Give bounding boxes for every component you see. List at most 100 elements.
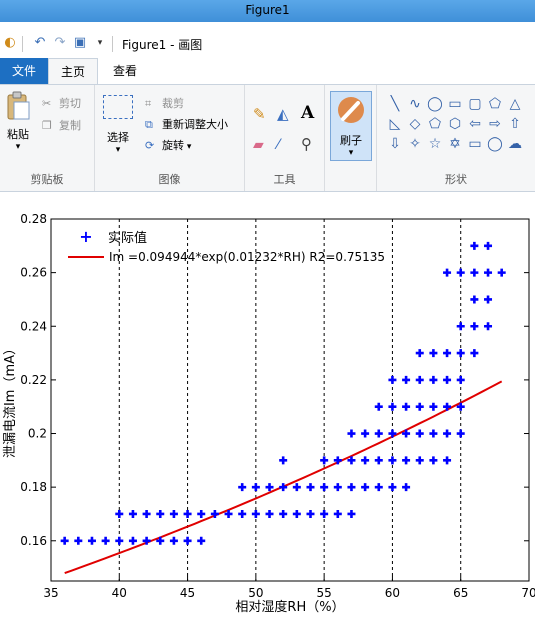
- triangle-shape-icon[interactable]: △: [506, 95, 524, 113]
- pentagon-shape-icon[interactable]: ⬠: [426, 115, 444, 133]
- y-tick-label: 0.22: [20, 373, 47, 387]
- select-label: 选择: [107, 131, 129, 144]
- right-triangle-shape-icon[interactable]: ◺: [386, 115, 404, 133]
- y-tick-label: 0.28: [20, 212, 47, 226]
- tab-view[interactable]: 查看: [100, 58, 150, 84]
- document-title: Figure1 - 画图: [122, 38, 203, 52]
- data-point: [415, 375, 424, 384]
- magnifier-icon[interactable]: ⚲: [301, 135, 312, 153]
- data-point: [388, 483, 397, 492]
- quick-access-toolbar: ◐ ↶ ↷ ▣ ▾ Figure1 - 画图: [0, 30, 535, 58]
- data-point: [470, 241, 479, 250]
- arrow-right-shape-icon[interactable]: ⇨: [486, 115, 504, 133]
- text-tool-icon[interactable]: A: [301, 103, 314, 123]
- qat-separator: [112, 36, 113, 52]
- paste-button[interactable]: 粘贴 ▾: [2, 91, 34, 152]
- data-point: [74, 536, 83, 545]
- eraser-icon[interactable]: ▰: [253, 137, 264, 153]
- data-point: [456, 429, 465, 438]
- data-point: [374, 402, 383, 411]
- data-point: [265, 483, 274, 492]
- data-point: [415, 429, 424, 438]
- data-point: [402, 375, 411, 384]
- pencil-icon[interactable]: ✎: [253, 105, 266, 123]
- paint-canvas[interactable]: 35 40 45 50 55 60 65 70 0.16 0.18 0.2 0.22 0.24 0.26 0…: [0, 193, 535, 615]
- data-point: [429, 456, 438, 465]
- diamond-shape-icon[interactable]: ◇: [406, 115, 424, 133]
- data-point: [251, 509, 260, 518]
- rounded-rectangle-shape-icon[interactable]: ▢: [466, 95, 484, 113]
- shapes-gallery: ╲ ∿ ◯ ▭ ▢ ⬠ △ ◺ ◇ ⬠ ⬡ ⇦ ⇨ ⇧ ⇩ ✧ ☆ ✡ ▭ ◯ …: [386, 95, 531, 159]
- copy-button[interactable]: ❐ 复制: [42, 117, 81, 133]
- x-tick-label: 45: [180, 586, 195, 600]
- data-point: [251, 483, 260, 492]
- arrow-up-shape-icon[interactable]: ⇧: [506, 115, 524, 133]
- arrow-left-shape-icon[interactable]: ⇦: [466, 115, 484, 133]
- shapes-group-label: 形状: [445, 173, 467, 186]
- data-point: [388, 402, 397, 411]
- qat-dropdown-icon[interactable]: ▾: [92, 35, 108, 51]
- color-picker-icon[interactable]: ⁄: [277, 137, 279, 153]
- data-point: [347, 509, 356, 518]
- line-shape-icon[interactable]: ╲: [386, 95, 404, 113]
- data-point: [497, 268, 506, 277]
- fit-curve: [64, 380, 503, 575]
- polygon-shape-icon[interactable]: ⬠: [486, 95, 504, 113]
- data-point: [101, 536, 110, 545]
- y-axis-label: 泄漏电流Im（mA）: [2, 342, 18, 458]
- qat-separator: [22, 36, 23, 52]
- data-point: [60, 536, 69, 545]
- arrow-down-shape-icon[interactable]: ⇩: [386, 135, 404, 153]
- y-tick-label: 0.24: [20, 319, 47, 333]
- callout-rect-shape-icon[interactable]: ▭: [466, 135, 484, 153]
- data-point: [484, 241, 493, 250]
- paste-label: 粘贴: [7, 128, 29, 141]
- tab-home[interactable]: 主页: [48, 58, 98, 84]
- oval-shape-icon[interactable]: ◯: [426, 95, 444, 113]
- data-point: [470, 349, 479, 358]
- cut-label: 剪切: [59, 97, 81, 110]
- redo-icon[interactable]: ↷: [52, 35, 68, 51]
- app-icon[interactable]: ◐: [2, 35, 18, 51]
- data-point: [374, 429, 383, 438]
- tab-file[interactable]: 文件: [0, 58, 48, 84]
- crop-label: 裁剪: [162, 97, 184, 110]
- data-point: [456, 375, 465, 384]
- y-tick-label: 0.16: [20, 534, 47, 548]
- data-point: [415, 349, 424, 358]
- window-title: Figure1: [245, 3, 290, 17]
- data-point: [456, 349, 465, 358]
- data-point: [279, 483, 288, 492]
- data-point: [320, 509, 329, 518]
- callout-cloud-shape-icon[interactable]: ☁: [506, 135, 524, 153]
- x-tick-label: 60: [385, 586, 400, 600]
- data-point: [388, 456, 397, 465]
- data-point: [156, 509, 165, 518]
- curve-shape-icon[interactable]: ∿: [406, 95, 424, 113]
- four-point-star-shape-icon[interactable]: ✧: [406, 135, 424, 153]
- rotate-dropdown-icon: ▾: [184, 142, 192, 152]
- legend-points-label: 实际值: [108, 230, 147, 246]
- select-icon: [103, 95, 133, 119]
- rectangle-shape-icon[interactable]: ▭: [446, 95, 464, 113]
- brushes-button[interactable]: 刷子 ▾: [330, 91, 372, 161]
- save-icon[interactable]: ▣: [72, 35, 88, 51]
- title-bar: Figure1: [0, 0, 535, 22]
- data-point: [238, 509, 247, 518]
- data-point: [279, 456, 288, 465]
- fill-bucket-icon[interactable]: ◭: [277, 105, 289, 123]
- six-point-star-shape-icon[interactable]: ✡: [446, 135, 464, 153]
- undo-icon[interactable]: ↶: [32, 35, 48, 51]
- data-point: [320, 483, 329, 492]
- select-button[interactable]: 选择 ▾: [101, 95, 135, 155]
- five-point-star-shape-icon[interactable]: ☆: [426, 135, 444, 153]
- data-point: [197, 509, 206, 518]
- hexagon-shape-icon[interactable]: ⬡: [446, 115, 464, 133]
- cut-button[interactable]: ✂ 剪切: [42, 95, 81, 111]
- resize-button[interactable]: ⧉ 重新调整大小: [145, 116, 228, 132]
- crop-button[interactable]: ⌗ 裁剪: [145, 95, 184, 111]
- callout-oval-shape-icon[interactable]: ◯: [486, 135, 504, 153]
- rotate-button[interactable]: ⟳ 旋转 ▾: [145, 137, 191, 153]
- data-point: [128, 536, 137, 545]
- data-point: [429, 349, 438, 358]
